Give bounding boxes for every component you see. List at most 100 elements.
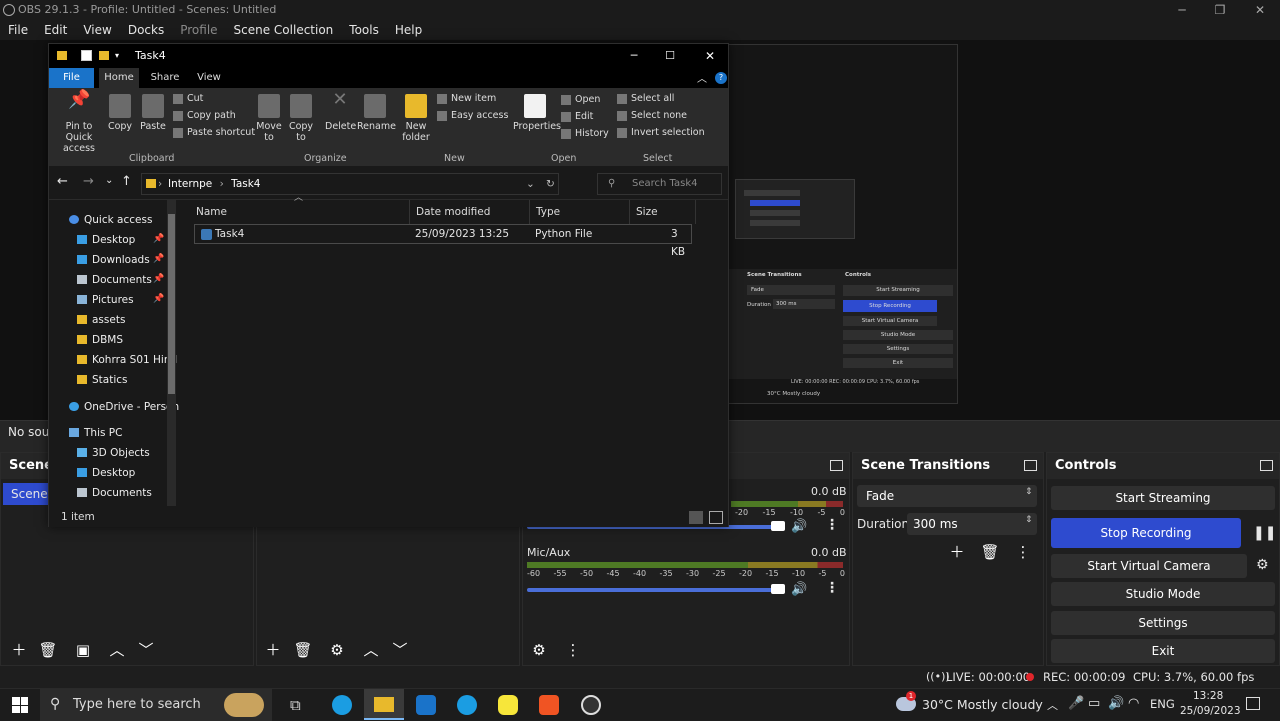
nav-downloads[interactable]: Downloads — [77, 250, 150, 270]
mic-volume-handle[interactable] — [771, 584, 785, 594]
add-source-icon[interactable]: ＋ — [263, 640, 283, 660]
address-dropdown-icon[interactable]: ⌄ — [526, 174, 535, 194]
menu-help[interactable]: Help — [395, 20, 422, 40]
copy-button[interactable]: Copy — [107, 94, 133, 132]
new-item-button[interactable]: New item — [437, 91, 496, 107]
mixer-float-icon[interactable] — [830, 460, 843, 471]
task-view-icon[interactable]: ⧉ — [290, 696, 301, 714]
remove-source-icon[interactable]: 🗑 — [293, 640, 313, 660]
properties-quick-icon[interactable] — [81, 50, 92, 61]
tab-share[interactable]: Share — [145, 68, 185, 88]
nav-scroll-thumb[interactable] — [168, 214, 175, 394]
nav-quick-access[interactable]: Quick access — [69, 210, 152, 230]
clock-time[interactable]: 13:28 — [1193, 690, 1223, 702]
new-folder-button[interactable]: New folder — [401, 94, 431, 143]
notifications-icon[interactable] — [1246, 697, 1260, 710]
menu-scene-collection[interactable]: Scene Collection — [234, 20, 334, 40]
microphone-icon[interactable]: 🎤 — [1068, 696, 1084, 711]
clock-date[interactable]: 25/09/2023 — [1180, 705, 1241, 717]
transition-select[interactable]: Fade — [857, 485, 1037, 507]
refresh-icon[interactable]: ↻ — [546, 174, 555, 194]
mic-volume-slider[interactable] — [527, 588, 783, 592]
properties-button[interactable]: Properties — [513, 94, 561, 132]
taskbar-search-input[interactable]: ⚲ Type here to search — [40, 689, 272, 721]
forward-arrow-icon[interactable]: → — [83, 174, 94, 189]
mic-menu-icon[interactable]: ⋮ — [825, 580, 839, 596]
column-size[interactable]: Size — [630, 200, 696, 224]
filter-icon[interactable]: ▣ — [73, 640, 93, 660]
select-none-button[interactable]: Select none — [617, 108, 687, 124]
move-to-button[interactable]: Move to — [255, 94, 283, 143]
minimize-icon[interactable]: ─ — [1162, 0, 1202, 20]
battery-icon[interactable]: ▭ — [1088, 696, 1100, 711]
search-input[interactable]: ⚲ Search Task4 — [597, 173, 722, 195]
transitions-float-icon[interactable] — [1024, 460, 1037, 471]
start-virtual-camera-button[interactable]: Start Virtual Camera — [1051, 554, 1247, 578]
desktop-volume-handle[interactable] — [771, 521, 785, 531]
source-up-icon[interactable]: ︿ — [361, 640, 381, 660]
start-streaming-button[interactable]: Start Streaming — [1051, 486, 1275, 510]
tab-home[interactable]: Home — [99, 68, 139, 88]
nav-pc-desktop[interactable]: Desktop — [77, 463, 135, 483]
add-transition-icon[interactable]: ＋ — [947, 542, 967, 562]
nav-folder-kohrra[interactable]: Kohrra S01 Hind — [77, 350, 177, 370]
delete-button[interactable]: ✕ Delete — [325, 91, 356, 133]
nav-this-pc[interactable]: This PC — [69, 423, 122, 443]
nav-pc-documents[interactable]: Documents — [77, 483, 152, 503]
paste-shortcut-button[interactable]: Paste shortcut — [173, 125, 255, 141]
invert-selection-button[interactable]: Invert selection — [617, 125, 705, 141]
brave-icon[interactable] — [539, 695, 559, 715]
easy-access-button[interactable]: Easy access — [437, 108, 508, 124]
large-icons-view-icon[interactable] — [709, 511, 723, 524]
speaker-icon[interactable]: 🔊 — [791, 519, 807, 534]
duration-input[interactable]: 300 ms — [907, 513, 1037, 535]
pin-quick-access-button[interactable]: 📌 Pin to Quick access — [53, 91, 105, 155]
controls-float-icon[interactable] — [1260, 460, 1273, 471]
address-bar[interactable]: › Internpe › Task4 ⌄ ↻ — [141, 173, 559, 195]
explorer-minimize-icon[interactable]: ─ — [619, 44, 649, 68]
move-down-icon[interactable]: ﹀ — [136, 640, 156, 660]
advanced-audio-gear-icon[interactable]: ⚙ — [529, 640, 549, 660]
menu-profile[interactable]: Profile — [180, 20, 217, 40]
nav-3d-objects[interactable]: 3D Objects — [77, 443, 150, 463]
remove-transition-icon[interactable]: 🗑 — [980, 542, 1000, 562]
chevron-up-icon[interactable]: ︿ — [1047, 697, 1058, 713]
exit-button[interactable]: Exit — [1051, 639, 1275, 663]
nav-desktop[interactable]: Desktop — [77, 230, 135, 250]
source-down-icon[interactable]: ﹀ — [390, 640, 410, 660]
open-button[interactable]: Open — [561, 92, 600, 108]
nav-folder-assets[interactable]: assets — [77, 310, 125, 330]
explorer-close-icon[interactable]: ✕ — [695, 44, 725, 68]
nav-pictures[interactable]: Pictures — [77, 290, 134, 310]
new-folder-quick-icon[interactable] — [99, 51, 109, 60]
column-type[interactable]: Type — [530, 200, 630, 224]
copy-to-button[interactable]: Copy to — [287, 94, 315, 143]
path-segment-task4[interactable]: Task4 — [231, 178, 260, 190]
duration-stepper-icon[interactable]: ⇕ — [1025, 515, 1033, 525]
obs-taskbar-icon[interactable] — [581, 695, 601, 715]
nav-folder-dbms[interactable]: DBMS — [77, 330, 123, 350]
weather-text[interactable]: 30°C Mostly cloudy — [922, 697, 1043, 712]
menu-tools[interactable]: Tools — [349, 20, 379, 40]
add-scene-icon[interactable]: ＋ — [9, 640, 29, 660]
pin-desktop-icon[interactable]: 📌 — [153, 234, 164, 244]
language-indicator[interactable]: ENG — [1150, 697, 1175, 711]
nav-onedrive[interactable]: OneDrive - Person — [69, 397, 179, 417]
pause-icon[interactable]: ❚❚ — [1253, 525, 1276, 541]
pin-pictures-icon[interactable]: 📌 — [153, 294, 164, 304]
path-segment-internpe[interactable]: Internpe — [168, 178, 212, 190]
speaker-icon[interactable]: 🔊 — [1108, 696, 1124, 711]
close-icon[interactable]: ✕ — [1240, 0, 1280, 20]
desktop-menu-icon[interactable]: ⋮ — [825, 517, 839, 533]
nav-folder-statics[interactable]: Statics — [77, 370, 128, 390]
select-all-button[interactable]: Select all — [617, 91, 674, 107]
settings-button[interactable]: Settings — [1051, 611, 1275, 635]
menu-view[interactable]: View — [83, 20, 111, 40]
virtual-camera-gear-icon[interactable]: ⚙ — [1256, 557, 1269, 573]
menu-docks[interactable]: Docks — [128, 20, 164, 40]
table-row[interactable]: Task4 25/09/2023 13:25 Python File 3 KB — [194, 224, 692, 258]
app-icon[interactable] — [457, 695, 477, 715]
help-icon[interactable]: ? — [715, 72, 727, 84]
menu-edit[interactable]: Edit — [44, 20, 67, 40]
history-button[interactable]: History — [561, 126, 609, 142]
